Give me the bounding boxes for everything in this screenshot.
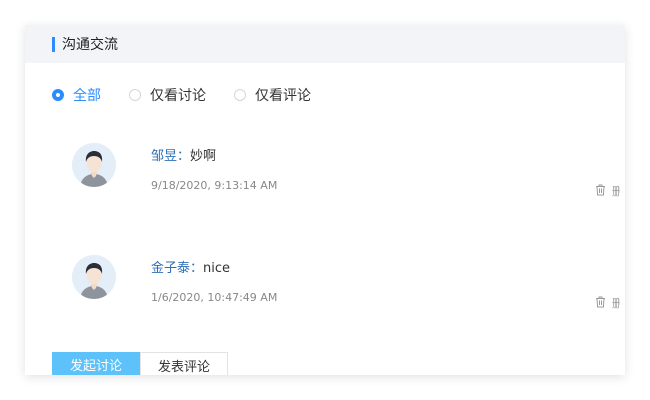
communication-panel: 沟通交流 全部 仅看讨论 仅看评论 邹昱：妙啊 9/18/2020, 9:13:…	[25, 25, 625, 375]
user-avatar-icon	[72, 143, 116, 187]
filter-all-radio[interactable]: 全部	[52, 85, 101, 105]
comment-author[interactable]: 邹昱：	[151, 149, 190, 164]
comment-timestamp: 1/6/2020, 10:47:49 AM	[151, 291, 278, 304]
comment-item: 邹昱：妙啊 9/18/2020, 9:13:14 AM 删除	[72, 143, 625, 203]
radio-checked-icon	[52, 89, 64, 101]
post-comment-button[interactable]: 发表评论	[140, 352, 228, 375]
filter-discussion-only-radio[interactable]: 仅看讨论	[129, 85, 206, 105]
filter-discussion-only-label: 仅看讨论	[150, 88, 206, 104]
action-buttons: 发起讨论 发表评论	[52, 352, 228, 375]
user-avatar-icon	[72, 255, 116, 299]
comment-timestamp: 9/18/2020, 9:13:14 AM	[151, 179, 278, 192]
filter-all-label: 全部	[73, 88, 101, 104]
delete-label: 删除	[612, 185, 620, 198]
trash-icon	[595, 296, 606, 311]
panel-header: 沟通交流	[25, 25, 625, 63]
filter-radio-group: 全部 仅看讨论 仅看评论	[52, 85, 339, 105]
trash-icon	[595, 184, 606, 199]
header-accent-bar	[52, 37, 55, 52]
radio-unchecked-icon	[129, 89, 141, 101]
delete-comment-button[interactable]: 删除	[595, 295, 620, 311]
delete-comment-button[interactable]: 删除	[595, 183, 620, 199]
delete-label: 删除	[612, 297, 620, 310]
comment-text: 妙啊	[190, 149, 217, 164]
filter-comment-only-label: 仅看评论	[255, 88, 311, 104]
comment-author[interactable]: 金子泰：	[151, 261, 203, 276]
start-discussion-button[interactable]: 发起讨论	[52, 352, 140, 375]
comment-text: nice	[203, 261, 231, 276]
comment-item: 金子泰：nice 1/6/2020, 10:47:49 AM 删除	[72, 255, 625, 315]
comment-content: 邹昱：妙啊	[151, 145, 216, 164]
radio-unchecked-icon	[234, 89, 246, 101]
comment-content: 金子泰：nice	[151, 257, 230, 276]
filter-comment-only-radio[interactable]: 仅看评论	[234, 85, 311, 105]
panel-title: 沟通交流	[62, 37, 118, 53]
